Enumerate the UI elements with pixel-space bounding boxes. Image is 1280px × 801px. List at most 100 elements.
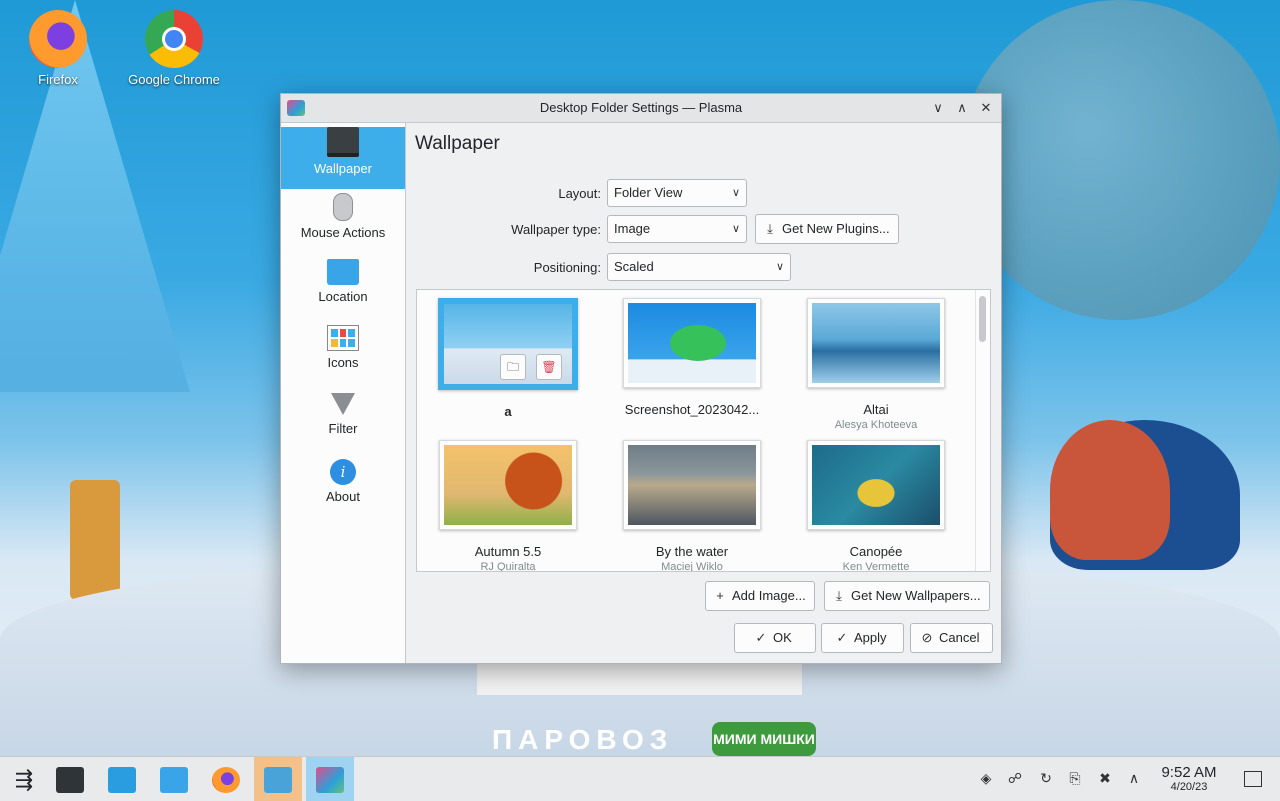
ok-button[interactable]: ✓ OK	[734, 623, 816, 653]
download-icon: ⤓	[836, 588, 842, 603]
desktop-icon-firefox[interactable]: Firefox	[3, 10, 113, 87]
delete-button[interactable]: 🗑	[536, 354, 562, 380]
positioning-combo[interactable]: Scaled ∨	[607, 253, 791, 281]
sidebar-item-label: Location	[318, 289, 368, 304]
desktop-folder-settings-dialog: Desktop Folder Settings — Plasma ∨ ∧ ✕ W…	[280, 93, 1002, 664]
plasma-settings-icon	[316, 766, 344, 793]
wallpaper-name: a	[504, 404, 512, 419]
discover-store-icon	[108, 766, 136, 793]
chevron-down-icon: ∨	[731, 187, 740, 199]
kde-connect-icon[interactable]: ☍	[1006, 769, 1024, 787]
system-settings-icon	[56, 766, 84, 793]
trash-icon: 🗑	[541, 360, 557, 374]
cancel-label: Cancel	[939, 630, 980, 645]
taskbar: ⇶ ◈ ☍ ↻ ⎘ ✖ ∧	[0, 756, 1280, 801]
task-firefox[interactable]	[202, 757, 250, 801]
titlebar[interactable]: Desktop Folder Settings — Plasma ∨ ∧ ✕	[281, 94, 1001, 123]
get-new-wallpapers-label: Get New Wallpapers...	[851, 588, 981, 603]
wallpaper-bear	[1050, 420, 1170, 560]
wallpaper-author: Alesya Khoteeva	[834, 419, 918, 431]
wallpaper-grid[interactable]: 🗀 🗑 a Screenshot_2023042... Altai Alesya…	[416, 289, 991, 572]
scrollbar-thumb[interactable]	[979, 296, 986, 342]
add-image-button[interactable]: + Add Image...	[705, 581, 815, 611]
wallpaper-tile[interactable]: By the water Maciej Wiklo	[617, 440, 767, 572]
window-title: Desktop Folder Settings — Plasma	[539, 100, 743, 115]
show-desktop-icon[interactable]	[1244, 771, 1262, 787]
sidebar-item-label: About	[326, 489, 360, 504]
wallpaper-tree-trunk	[70, 480, 120, 600]
get-new-plugins-button[interactable]: ⤓ Get New Plugins...	[755, 214, 899, 244]
folder-icon	[327, 259, 359, 285]
expand-tray-icon[interactable]: ∧	[1125, 769, 1143, 787]
wallpaper-page: Wallpaper Layout: Folder View ∨ Wallpape…	[406, 123, 1001, 663]
sidebar-item-mouse-actions[interactable]: Mouse Actions	[281, 193, 405, 255]
scrollbar[interactable]	[975, 290, 990, 571]
info-icon: i	[330, 459, 356, 485]
wallpaper-tile[interactable]: Autumn 5.5 RJ Quiralta	[433, 440, 583, 572]
wallpaper-tile[interactable]: Canopée Ken Vermette	[801, 440, 951, 571]
checkmark-icon: ✓	[836, 630, 848, 645]
download-icon: ⤓	[767, 221, 773, 236]
wallpaper-logo-badge: МИМИ МИШКИ	[712, 722, 816, 756]
maximize-button[interactable]: ∧	[951, 97, 973, 119]
wallpaper-thumbnail	[439, 440, 577, 530]
updates-icon[interactable]: ↻	[1037, 769, 1055, 787]
get-new-wallpapers-button[interactable]: ⤓ Get New Wallpapers...	[824, 581, 990, 611]
chrome-icon	[145, 10, 203, 68]
sidebar-item-filter[interactable]: Filter	[281, 393, 405, 455]
cancel-button[interactable]: ⊘ Cancel	[910, 623, 993, 653]
wallpaper-thumbnail	[623, 440, 761, 530]
application-launcher[interactable]: ⇶	[0, 757, 48, 801]
wallpaper-tile[interactable]: Screenshot_2023042...	[617, 298, 767, 417]
task-plasma-settings[interactable]	[306, 757, 354, 801]
apply-label: Apply	[854, 630, 887, 645]
sidebar-item-wallpaper[interactable]: Wallpaper	[281, 127, 405, 189]
layout-combo[interactable]: Folder View ∨	[607, 179, 747, 207]
wallpaper-name: Canopée	[849, 544, 903, 559]
kinfocenter-icon	[264, 766, 292, 793]
clipboard-icon[interactable]: ⎘	[1066, 769, 1084, 787]
desktop-icon-chrome[interactable]: Google Chrome	[119, 10, 229, 87]
wallpaper-thumbnail	[807, 298, 945, 388]
minimize-button[interactable]: ∨	[927, 97, 949, 119]
wallpaper-thumbnail	[623, 298, 761, 388]
desktop-icon-label: Firefox	[38, 72, 78, 87]
mouse-icon	[333, 193, 353, 221]
page-title: Wallpaper	[415, 133, 500, 154]
sidebar-item-location[interactable]: Location	[281, 259, 405, 321]
wallpaper-tile[interactable]: Altai Alesya Khoteeva	[801, 298, 951, 431]
wallpaper-name: Screenshot_2023042...	[624, 402, 760, 417]
application-launcher-icon: ⇶	[14, 766, 34, 792]
task-dolphin[interactable]	[150, 757, 198, 801]
sidebar-item-about[interactable]: i About	[281, 459, 405, 521]
sidebar-item-icons[interactable]: Icons	[281, 325, 405, 387]
wallpaper-tile[interactable]: 🗀 🗑 a	[433, 298, 583, 419]
open-folder-button[interactable]: 🗀	[500, 354, 526, 380]
clock-date[interactable]: 4/20/23	[1150, 781, 1228, 793]
plus-icon: +	[716, 588, 724, 603]
clock-time[interactable]: 9:52 AM	[1150, 764, 1228, 781]
wallpaper-author: Maciej Wiklo	[661, 561, 723, 572]
wallpaper-author: RJ Quiralta	[480, 561, 536, 572]
folder-icon: 🗀	[506, 360, 519, 374]
settings-sidebar: Wallpaper Mouse Actions Location Icons F…	[281, 123, 406, 663]
close-button[interactable]: ✕	[975, 97, 997, 119]
wallpaper-tree-right	[960, 0, 1280, 320]
firefox-icon	[212, 766, 240, 793]
wallpaper-name: Altai	[863, 402, 889, 417]
filter-icon	[331, 393, 355, 415]
wallpaper-type-combo[interactable]: Image ∨	[607, 215, 747, 243]
wallpaper-logo-text: ПАРОВОЗ	[492, 724, 674, 755]
sidebar-item-label: Wallpaper	[313, 161, 373, 176]
task-kinfocenter[interactable]	[254, 757, 302, 801]
get-new-plugins-label: Get New Plugins...	[782, 221, 890, 236]
task-discover[interactable]	[98, 757, 146, 801]
layout-label: Layout:	[558, 186, 601, 201]
sidebar-item-label: Icons	[327, 355, 359, 370]
icons-grid-icon	[327, 325, 359, 351]
apply-button[interactable]: ✓ Apply	[821, 623, 904, 653]
volume-muted-icon[interactable]: ✖	[1096, 769, 1114, 787]
task-system-settings[interactable]	[46, 757, 94, 801]
vault-icon[interactable]: ◈	[977, 769, 995, 787]
wallpaper-type-value: Image	[614, 221, 651, 236]
